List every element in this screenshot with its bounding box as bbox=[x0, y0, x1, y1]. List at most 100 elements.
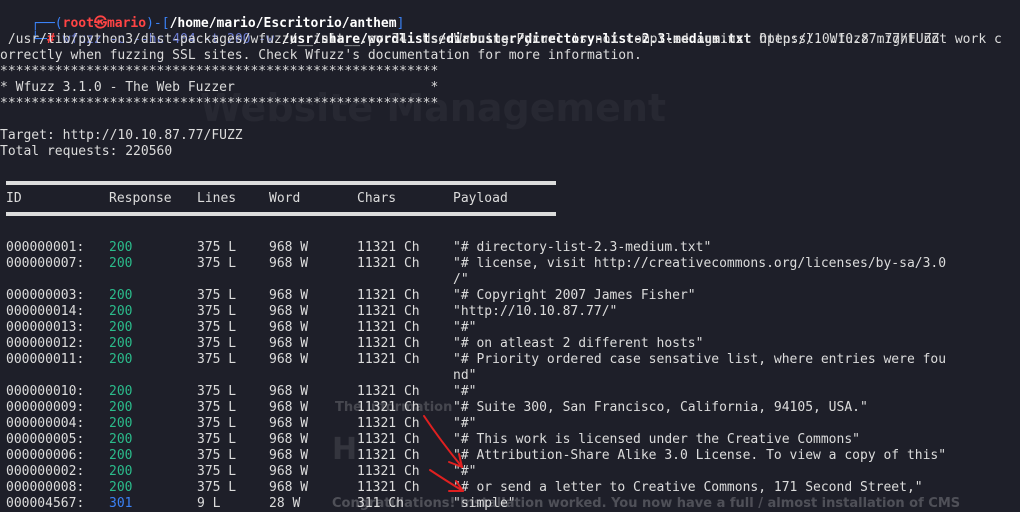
row-payload: "http://10.10.87.77/" bbox=[453, 304, 618, 319]
terminal[interactable]: ┌──(root㉿mario)-[/home/mario/Escritorio/… bbox=[0, 0, 1020, 512]
table-row: 000004567: 301 9 L 28 W 311 Ch "simple" bbox=[0, 496, 1020, 512]
row-payload: "#" bbox=[453, 320, 477, 335]
row-word: 968 W bbox=[269, 240, 309, 255]
row-chars: 11321 Ch bbox=[357, 240, 420, 255]
table-row: 000000009: 200 375 L 968 W 11321 Ch "# Suite … bbox=[0, 400, 1020, 416]
row-response-code: 200 bbox=[109, 400, 133, 415]
header-payload: Payload bbox=[453, 191, 508, 206]
row-id: 000000004: bbox=[6, 416, 85, 431]
row-lines: 9 L bbox=[197, 496, 221, 511]
row-id: 000000003: bbox=[6, 288, 85, 303]
results-header: ID Response Lines Word Chars Payload bbox=[0, 191, 1020, 207]
row-payload: "# or send a letter to Creative Commons,… bbox=[453, 480, 923, 495]
row-payload: "# directory-list-2.3-medium.txt" bbox=[453, 240, 712, 255]
row-lines: 375 L bbox=[197, 416, 237, 431]
row-chars: 11321 Ch bbox=[357, 416, 420, 431]
row-payload: "# This work is licensed under the Creat… bbox=[453, 432, 860, 447]
row-response-code: 200 bbox=[109, 432, 133, 447]
row-id: 000000001: bbox=[6, 240, 85, 255]
row-id: 000004567: bbox=[6, 496, 85, 511]
row-id: 000000008: bbox=[6, 480, 85, 495]
command-line[interactable]: └─# wfuzz -c --hc 404 -t 200 -w /usr/sha… bbox=[0, 16, 939, 47]
row-id: 000000011: bbox=[6, 352, 85, 367]
row-word: 968 W bbox=[269, 384, 309, 399]
row-word: 968 W bbox=[269, 448, 309, 463]
row-word: 968 W bbox=[269, 464, 309, 479]
row-word: 968 W bbox=[269, 432, 309, 447]
table-row: 000000006: 200 375 L 968 W 11321 Ch "# Attrib… bbox=[0, 448, 1020, 464]
table-row: 000000007: 200 375 L 968 W 11321 Ch "# licens… bbox=[0, 256, 1020, 272]
table-row: 000000004: 200 375 L 968 W 11321 Ch "#" bbox=[0, 416, 1020, 432]
row-payload-wrap: /" bbox=[453, 272, 469, 287]
header-chars: Chars bbox=[357, 191, 397, 206]
row-response-code: 200 bbox=[109, 336, 133, 351]
row-lines: 375 L bbox=[197, 384, 237, 399]
row-chars: 11321 Ch bbox=[357, 304, 420, 319]
row-lines: 375 L bbox=[197, 336, 237, 351]
row-payload: "#" bbox=[453, 384, 477, 399]
row-payload: "# Attribution-Share Alike 3.0 License. … bbox=[453, 448, 947, 463]
row-lines: 375 L bbox=[197, 448, 237, 463]
row-lines: 375 L bbox=[197, 464, 237, 479]
row-id: 000000013: bbox=[6, 320, 85, 335]
table-row: 000000010: 200 375 L 968 W 11321 Ch "#" bbox=[0, 384, 1020, 400]
row-chars: 11321 Ch bbox=[357, 256, 420, 271]
row-chars: 11321 Ch bbox=[357, 336, 420, 351]
row-word: 968 W bbox=[269, 400, 309, 415]
row-chars: 311 Ch bbox=[357, 496, 404, 511]
row-id: 000000002: bbox=[6, 464, 85, 479]
row-chars: 11321 Ch bbox=[357, 448, 420, 463]
row-lines: 375 L bbox=[197, 304, 237, 319]
banner-stars-bottom: ****************************************… bbox=[0, 96, 439, 111]
row-response-code: 200 bbox=[109, 240, 133, 255]
row-word: 968 W bbox=[269, 480, 309, 495]
row-id: 000000010: bbox=[6, 384, 85, 399]
row-payload: "#" bbox=[453, 464, 477, 479]
table-row: 000000001: 200 375 L 968 W 11321 Ch "# direct… bbox=[0, 240, 1020, 256]
warning-line-2: orrectly when fuzzing SSL sites. Check W… bbox=[0, 48, 642, 63]
header-word: Word bbox=[269, 191, 301, 206]
row-response-code: 200 bbox=[109, 480, 133, 495]
row-response-code: 200 bbox=[109, 416, 133, 431]
row-payload: "simple" bbox=[453, 496, 516, 511]
row-payload: "# license, visit http://creativecommons… bbox=[453, 256, 947, 271]
row-id: 000000012: bbox=[6, 336, 85, 351]
row-lines: 375 L bbox=[197, 320, 237, 335]
row-response-code: 200 bbox=[109, 288, 133, 303]
row-response-code: 200 bbox=[109, 320, 133, 335]
total-requests-line: Total requests: 220560 bbox=[0, 144, 173, 159]
row-lines: 375 L bbox=[197, 352, 237, 367]
row-word: 968 W bbox=[269, 304, 309, 319]
row-word: 968 W bbox=[269, 320, 309, 335]
row-payload: "#" bbox=[453, 416, 477, 431]
row-chars: 11321 Ch bbox=[357, 432, 420, 447]
row-lines: 375 L bbox=[197, 288, 237, 303]
row-id: 000000005: bbox=[6, 432, 85, 447]
table-row: 000000013: 200 375 L 968 W 11321 Ch "#" bbox=[0, 320, 1020, 336]
row-response-code: 200 bbox=[109, 256, 133, 271]
header-id: ID bbox=[6, 191, 22, 206]
row-response-code: 200 bbox=[109, 384, 133, 399]
row-word: 968 W bbox=[269, 336, 309, 351]
row-payload: "# Copyright 2007 James Fisher" bbox=[453, 288, 696, 303]
target-line: Target: http://10.10.87.77/FUZZ bbox=[0, 128, 243, 143]
row-response-code: 200 bbox=[109, 352, 133, 367]
row-id: 000000014: bbox=[6, 304, 85, 319]
row-lines: 375 L bbox=[197, 400, 237, 415]
row-word: 968 W bbox=[269, 416, 309, 431]
row-chars: 11321 Ch bbox=[357, 352, 420, 367]
row-chars: 11321 Ch bbox=[357, 384, 420, 399]
row-response-code: 301 bbox=[109, 496, 133, 511]
row-lines: 375 L bbox=[197, 480, 237, 495]
row-lines: 375 L bbox=[197, 432, 237, 447]
row-word: 968 W bbox=[269, 288, 309, 303]
row-response-code: 200 bbox=[109, 464, 133, 479]
row-response-code: 200 bbox=[109, 448, 133, 463]
row-chars: 11321 Ch bbox=[357, 480, 420, 495]
row-payload-wrap: nd" bbox=[453, 368, 477, 383]
row-id: 000000006: bbox=[6, 448, 85, 463]
prompt-line-1: ┌──(root㉿mario)-[/home/mario/Escritorio/… bbox=[0, 0, 404, 31]
table-row: 000000011: 200 375 L 968 W 11321 Ch "# Priori… bbox=[0, 352, 1020, 368]
row-payload: "# Priority ordered case sensative list,… bbox=[453, 352, 947, 367]
row-id: 000000009: bbox=[6, 400, 85, 415]
